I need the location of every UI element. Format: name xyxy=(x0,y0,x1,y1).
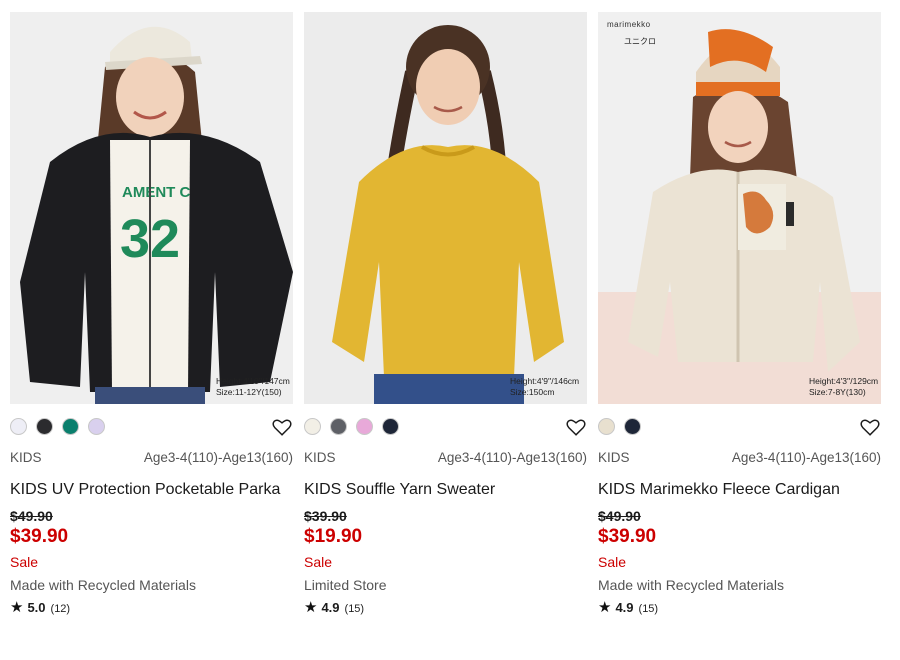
favorite-heart-icon[interactable] xyxy=(565,416,587,438)
original-price: $49.90 xyxy=(598,508,641,524)
product-title[interactable]: KIDS Souffle Yarn Sweater xyxy=(304,475,587,504)
color-swatch[interactable] xyxy=(88,418,105,435)
rating-score: 5.0 xyxy=(27,600,46,615)
review-count: (15) xyxy=(344,603,365,615)
sale-label: Sale xyxy=(598,554,627,570)
model-size: Size:11-12Y(150) xyxy=(216,387,282,397)
color-swatch[interactable] xyxy=(382,418,399,435)
category-label: KIDS xyxy=(598,450,630,465)
review-count: (15) xyxy=(638,603,659,615)
brand-logo: marimekko xyxy=(607,20,651,29)
product-meta: KIDS Age3-4(110)-Age13(160) xyxy=(10,450,293,472)
color-swatches xyxy=(598,404,881,448)
favorite-heart-icon[interactable] xyxy=(859,416,881,438)
original-price: $49.90 xyxy=(10,508,53,524)
model-size: Size:150cm xyxy=(510,387,555,397)
product-tag: Limited Store xyxy=(304,577,387,593)
rating-score: 4.9 xyxy=(321,600,340,615)
product-image[interactable]: marimekko ユニクロ Height:4'3''/129cm Size:7… xyxy=(598,12,881,404)
sale-price: $19.90 xyxy=(304,526,363,547)
product-image[interactable]: AMENT C 32 Height:4'10''/147cm Size:11-1… xyxy=(10,12,293,404)
rating: ★ 5.0 (12) xyxy=(10,599,293,618)
product-card[interactable]: marimekko ユニクロ Height:4'3''/129cm Size:7… xyxy=(598,12,881,618)
product-title[interactable]: KIDS UV Protection Pocketable Parka xyxy=(10,475,293,504)
star-icon: ★ xyxy=(10,599,24,616)
product-title[interactable]: KIDS Marimekko Fleece Cardigan xyxy=(598,475,881,504)
review-count: (12) xyxy=(50,603,71,615)
product-tag: Made with Recycled Materials xyxy=(598,577,784,593)
sale-price: $39.90 xyxy=(598,526,657,547)
color-swatches xyxy=(10,404,293,448)
model-info: Height:4'3''/129cm Size:7-8Y(130) xyxy=(809,376,878,398)
category-label: KIDS xyxy=(304,450,336,465)
svg-text:AMENT C: AMENT C xyxy=(122,184,190,201)
product-card[interactable]: AMENT C 32 Height:4'10''/147cm Size:11-1… xyxy=(10,12,293,618)
original-price: $39.90 xyxy=(304,508,347,524)
rating: ★ 4.9 (15) xyxy=(304,599,587,618)
uniqlo-logo: ユニクロ xyxy=(624,37,656,46)
size-range: Age3-4(110)-Age13(160) xyxy=(437,450,587,465)
product-meta: KIDS Age3-4(110)-Age13(160) xyxy=(598,450,881,472)
sale-label: Sale xyxy=(304,554,333,570)
category-label: KIDS xyxy=(10,450,42,465)
model-height: Height:4'3''/129cm xyxy=(809,376,879,386)
color-swatch[interactable] xyxy=(10,418,27,435)
product-grid: AMENT C 32 Height:4'10''/147cm Size:11-1… xyxy=(0,0,900,660)
color-swatch[interactable] xyxy=(62,418,79,435)
size-range: Age3-4(110)-Age13(160) xyxy=(731,450,881,465)
color-swatch[interactable] xyxy=(624,418,641,435)
color-swatch[interactable] xyxy=(598,418,615,435)
model-size: Size:7-8Y(130) xyxy=(809,387,866,397)
size-range: Age3-4(110)-Age13(160) xyxy=(143,450,293,465)
sale-label: Sale xyxy=(10,554,39,570)
product-image[interactable]: Height:4'9''/146cm Size:150cm xyxy=(304,12,587,404)
model-info: Height:4'10''/147cm Size:11-12Y(150) xyxy=(216,376,290,398)
color-swatches xyxy=(304,404,587,448)
rating-score: 4.9 xyxy=(615,600,634,615)
rating: ★ 4.9 (15) xyxy=(598,599,881,618)
color-swatch[interactable] xyxy=(36,418,53,435)
star-icon: ★ xyxy=(598,599,612,616)
favorite-heart-icon[interactable] xyxy=(271,416,293,438)
product-meta: KIDS Age3-4(110)-Age13(160) xyxy=(304,450,587,472)
sale-price: $39.90 xyxy=(10,526,69,547)
color-swatch[interactable] xyxy=(330,418,347,435)
color-swatch[interactable] xyxy=(304,418,321,435)
model-info: Height:4'9''/146cm Size:150cm xyxy=(510,376,579,398)
product-card[interactable]: Height:4'9''/146cm Size:150cm KIDS Age3-… xyxy=(304,12,587,618)
color-swatch[interactable] xyxy=(356,418,373,435)
model-height: Height:4'9''/146cm xyxy=(510,376,580,386)
star-icon: ★ xyxy=(304,599,318,616)
product-tag: Made with Recycled Materials xyxy=(10,577,196,593)
model-height: Height:4'10''/147cm xyxy=(216,376,290,386)
